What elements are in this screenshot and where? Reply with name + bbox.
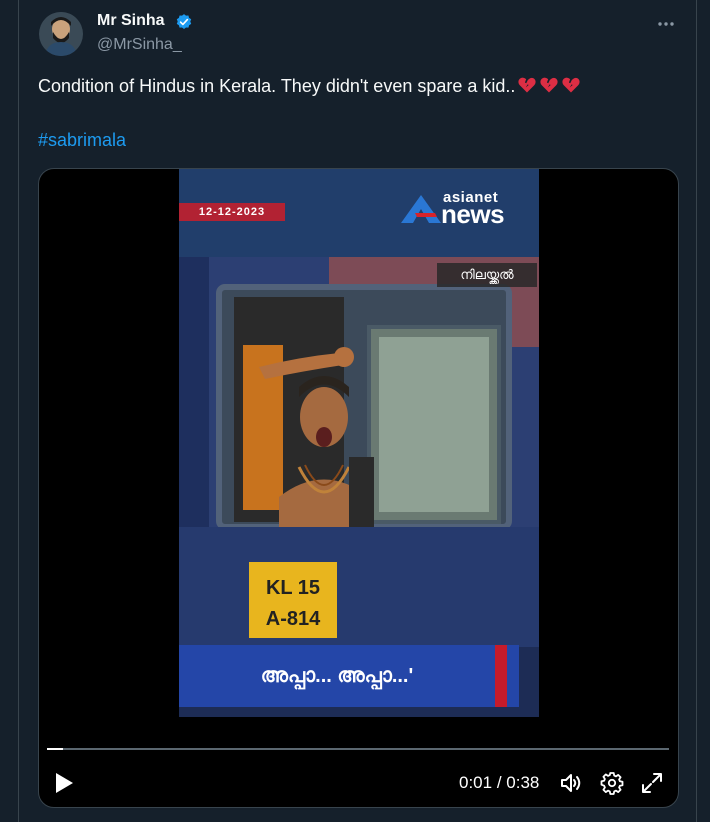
more-options-icon[interactable] [656, 14, 676, 34]
post-text: Condition of Hindus in Kerala. They didn… [38, 75, 581, 97]
progress-bar[interactable] [47, 748, 669, 750]
volume-icon[interactable] [559, 771, 583, 795]
hashtag-link[interactable]: #sabrimala [38, 130, 126, 151]
license-plate-line2: A-814 [266, 608, 321, 630]
time-current: 0:01 [459, 773, 493, 792]
date-tag: 12-12-2023 [179, 203, 285, 221]
fullscreen-icon[interactable] [640, 771, 664, 795]
logo-mark-icon [401, 195, 441, 223]
license-plate-line1: KL 15 [266, 577, 320, 599]
caption-text: അപ്പാ... അപ്പാ...' [260, 665, 414, 687]
play-icon[interactable] [53, 771, 75, 795]
verified-badge-icon [176, 14, 192, 29]
video-player[interactable]: 12-12-2023 asianet news KL 15 A-814 നിലയ… [38, 168, 679, 808]
progress-fill [47, 748, 63, 750]
settings-gear-icon[interactable] [600, 771, 624, 795]
channel-logo: asianet news [401, 189, 521, 229]
avatar[interactable] [39, 12, 83, 56]
tweet: Mr Sinha @MrSinha_ Condition of Hindus i… [18, 0, 697, 822]
location-tag: നിലയ്ക്കൽ [437, 263, 537, 287]
post-text-body: Condition of Hindus in Kerala. They didn… [38, 76, 516, 96]
author-handle[interactable]: @MrSinha_ [97, 36, 182, 54]
broken-heart-icon [562, 77, 581, 93]
time-total: 0:38 [506, 773, 540, 792]
logo-text-bottom: news [441, 199, 505, 229]
emoji-group [517, 75, 581, 95]
broken-heart-icon [540, 77, 559, 93]
video-frame[interactable]: 12-12-2023 asianet news KL 15 A-814 നിലയ… [179, 169, 539, 717]
caption-accent [495, 645, 507, 707]
time-separator: / [496, 773, 502, 792]
broken-heart-icon [518, 77, 537, 93]
author-name[interactable]: Mr Sinha [97, 12, 165, 30]
time-display: 0:01 / 0:38 [459, 773, 539, 793]
